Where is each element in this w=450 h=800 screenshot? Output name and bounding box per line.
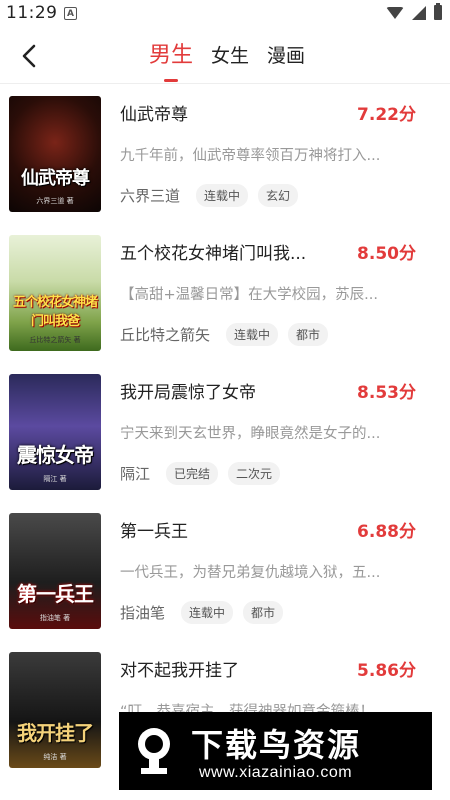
book-author: 指油笔 (120, 604, 166, 622)
wifi-icon (386, 6, 404, 19)
book-score: 8.50分 (357, 244, 416, 264)
cover-author: 纯洁 著 (43, 753, 67, 761)
cover-title: 我开挂了 (17, 721, 94, 745)
book-score: 8.53分 (357, 383, 416, 403)
status-icons (386, 3, 442, 20)
book-author: 丘比特之箭矢 (120, 326, 211, 344)
book-list-item[interactable]: 仙武帝尊 六界三道 著 仙武帝尊 7.22分 九千年前，仙武帝尊率领百万神将打入… (0, 84, 450, 223)
cover-author: 指油笔 著 (39, 614, 71, 622)
cover-author: 隔江 著 (43, 475, 67, 483)
cover-title: 五个校花女神堵门叫我爸 (12, 295, 98, 329)
book-description: 一代兵王，为替兄弟复仇越境入狱，五... (120, 565, 381, 581)
watermark-banner: 下载鸟资源 www.xiazainiao.com (119, 712, 432, 790)
book-cover[interactable]: 震惊女帝 隔江 著 (9, 374, 101, 490)
book-title[interactable]: 第一兵王 (120, 517, 320, 542)
book-title[interactable]: 五个校花女神堵门叫我... (120, 239, 320, 264)
cover-title: 仙武帝尊 (21, 168, 90, 189)
book-author: 隔江 (120, 465, 151, 483)
signal-icon (412, 5, 426, 20)
status-bar: 11:29 A (0, 0, 450, 28)
status-tag: 已完结 (166, 462, 219, 485)
book-description: 九千年前，仙武帝尊率领百万神将打入... (120, 148, 381, 164)
book-cover[interactable]: 我开挂了 纯洁 著 (9, 652, 101, 768)
book-meta: 六界三道 连载中 玄幻 (120, 184, 299, 207)
status-tag: 连载中 (181, 601, 234, 624)
book-description: 宁天来到天玄世界，睁眼竟然是女子的... (120, 426, 381, 442)
book-list: 仙武帝尊 六界三道 著 仙武帝尊 7.22分 九千年前，仙武帝尊率领百万神将打入… (0, 84, 450, 779)
genre-tag: 都市 (288, 323, 329, 346)
bird-logo-icon (138, 728, 170, 774)
tab-male[interactable]: 男生 (140, 40, 202, 72)
cover-title: 第一兵王 (17, 582, 94, 606)
genre-tag: 都市 (243, 601, 284, 624)
tab-comics[interactable]: 漫画 (258, 40, 314, 72)
book-meta: 丘比特之箭矢 连载中 都市 (120, 323, 329, 346)
cover-author: 六界三道 著 (36, 197, 74, 205)
book-title[interactable]: 对不起我开挂了 (120, 656, 320, 681)
genre-tag: 玄幻 (258, 184, 299, 207)
status-tag: 连载中 (226, 323, 279, 346)
battery-icon (434, 3, 442, 20)
book-title[interactable]: 仙武帝尊 (120, 100, 320, 125)
cover-title: 震惊女帝 (17, 443, 94, 467)
book-score: 7.22分 (357, 105, 416, 125)
watermark-url: www.xiazainiao.com (199, 764, 353, 781)
book-cover[interactable]: 第一兵王 指油笔 著 (9, 513, 101, 629)
cover-author: 丘比特之箭矢 著 (29, 336, 81, 344)
status-time: 11:29 (6, 3, 58, 23)
book-title[interactable]: 我开局震惊了女帝 (120, 378, 320, 403)
category-tabs: 男生 女生 漫画 (140, 40, 314, 72)
book-score: 5.86分 (357, 661, 416, 681)
book-score: 6.88分 (357, 522, 416, 542)
book-list-item[interactable]: 五个校花女神堵门叫我爸 丘比特之箭矢 著 五个校花女神堵门叫我... 8.50分… (0, 223, 450, 362)
book-list-item[interactable]: 第一兵王 指油笔 著 第一兵王 6.88分 一代兵王，为替兄弟复仇越境入狱，五.… (0, 501, 450, 640)
header: 男生 女生 漫画 (0, 28, 450, 84)
book-description: 【高甜+温馨日常】在大学校园，苏辰... (120, 287, 378, 303)
notification-icon: A (64, 7, 77, 20)
book-cover[interactable]: 五个校花女神堵门叫我爸 丘比特之箭矢 著 (9, 235, 101, 351)
genre-tag: 二次元 (228, 462, 281, 485)
status-tag: 连载中 (196, 184, 249, 207)
watermark-title: 下载鸟资源 (191, 726, 362, 764)
back-arrow-icon[interactable] (20, 44, 40, 68)
book-meta: 隔江 已完结 二次元 (120, 462, 281, 485)
tab-female[interactable]: 女生 (202, 40, 258, 72)
book-author: 六界三道 (120, 187, 181, 205)
book-list-item[interactable]: 震惊女帝 隔江 著 我开局震惊了女帝 8.53分 宁天来到天玄世界，睁眼竟然是女… (0, 362, 450, 501)
book-cover[interactable]: 仙武帝尊 六界三道 著 (9, 96, 101, 212)
book-meta: 指油笔 连载中 都市 (120, 601, 284, 624)
